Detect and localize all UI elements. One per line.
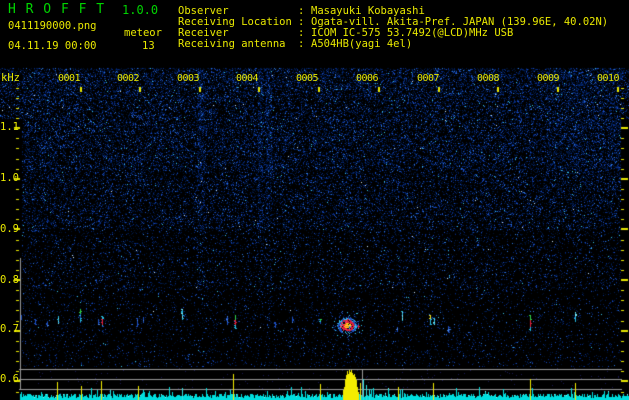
time-label: 0008: [477, 73, 500, 84]
time-label: 0005: [296, 73, 319, 84]
station-info: Observer : Masayuki Kobayashi Receiving …: [178, 6, 608, 50]
freq-label: 0.8: [0, 274, 19, 286]
echo-count: 13: [142, 40, 155, 52]
time-label: 0009: [537, 73, 560, 84]
time-label: 0002: [117, 73, 140, 84]
station-label: Receiving antenna: [178, 37, 286, 50]
freq-axis-unit: kHz: [1, 72, 20, 84]
time-label: 0006: [356, 73, 379, 84]
freq-label: 0.9: [0, 223, 19, 235]
app-title: H R O F F T: [8, 2, 106, 17]
freq-label: 0.7: [0, 323, 19, 335]
colon-separator: :: [298, 37, 305, 50]
station-value: A504HB(yagi 4el): [311, 37, 413, 50]
time-label: 0001: [58, 73, 81, 84]
spectrogram-canvas: [0, 0, 629, 400]
hrofft-screen: H R O F F T 1.0.0 0411190000.png meteor …: [0, 0, 629, 400]
app-version: 1.0.0: [122, 3, 159, 17]
time-label: 0007: [417, 73, 440, 84]
observation-datetime: 04.11.19 00:00: [8, 40, 97, 52]
freq-label: 1.1: [0, 121, 19, 133]
freq-label: 1.0: [0, 172, 19, 184]
time-label: 0003: [177, 73, 200, 84]
time-label: 0010: [597, 73, 620, 84]
freq-label: 0.6: [0, 373, 19, 385]
station-row-antenna: Receiving antenna : A504HB(yagi 4el): [178, 37, 608, 50]
mode-label: meteor: [124, 27, 162, 39]
output-filename: 0411190000.png: [8, 20, 97, 32]
time-label: 0004: [236, 73, 259, 84]
